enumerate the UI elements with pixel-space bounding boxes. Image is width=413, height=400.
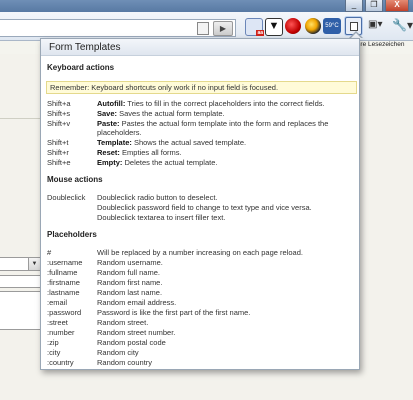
placeholder-key: :password (47, 308, 82, 317)
shortcut-key: Shift+s (47, 109, 71, 118)
shortcut-key: Shift+a (47, 99, 71, 108)
placeholder-row: :country Random country (47, 358, 152, 367)
placeholder-desc: Password is like the first part of the f… (97, 308, 251, 317)
placeholder-desc: Random full name. (97, 268, 160, 277)
keyboard-note: Remember: Keyboard shortcuts only work i… (46, 81, 357, 94)
other-bookmarks[interactable]: tere Lesezeichen (355, 41, 405, 48)
minimize-button[interactable]: _ (345, 0, 363, 12)
placeholder-key: :zip (47, 338, 59, 347)
page-icon (197, 22, 209, 35)
extension-badge: aa (256, 30, 264, 36)
shortcut-row: Shift+r Reset: Empties all forms. (47, 148, 182, 157)
placeholder-row: :fullname Random full name. (47, 268, 160, 277)
placeholder-desc: Random street. (97, 318, 149, 327)
popup-title: Form Templates (41, 39, 359, 56)
title-bar: _ ❐ X (0, 0, 413, 12)
shortcut-row: Shift+s Save: Saves the actual form temp… (47, 109, 225, 118)
placeholder-key: :country (47, 358, 74, 367)
shortcut-row: Shift+a Autofill: Tries to fill in the c… (47, 99, 325, 108)
shortcut-row: Shift+t Template: Shows the actual saved… (47, 138, 246, 147)
placeholder-row: :street Random street. (47, 318, 148, 327)
placeholder-row: :password Password is like the first part… (47, 308, 250, 317)
placeholder-desc: Random email address. (97, 298, 177, 307)
placeholder-row: :username Random username. (47, 258, 163, 267)
window-controls: _ ❐ X (345, 0, 409, 12)
shortcut-row: Shift+e Empty: Deletes the actual templa… (47, 158, 217, 167)
placeholder-row: :zip Random postal code (47, 338, 166, 347)
placeholder-desc: Will be replaced by a number increasing … (97, 248, 303, 257)
shortcut-desc: Save: Saves the actual form template. (97, 109, 225, 118)
mouse-key: Doubleclick (47, 193, 86, 202)
close-button[interactable]: X (385, 0, 409, 12)
placeholder-desc: Random postal code (97, 338, 166, 347)
chevron-down-icon: ▼ (28, 258, 40, 270)
placeholder-key: :fullname (47, 268, 78, 277)
shortcut-key: Shift+v (47, 119, 71, 128)
placeholder-key: :number (47, 328, 75, 337)
extension-icon-red-ball[interactable] (285, 18, 301, 34)
placeholder-key: :street (47, 318, 68, 327)
wrench-menu-icon[interactable]: 🔧▾ (392, 18, 413, 32)
extension-icon-v[interactable]: ▼ (265, 18, 283, 36)
mouse-desc: Doubleclick textarea to insert filler te… (97, 213, 226, 222)
placeholder-key: :lastname (47, 288, 80, 297)
shortcut-desc: Empty: Deletes the actual template. (97, 158, 218, 167)
placeholder-desc: Random first name. (97, 278, 163, 287)
placeholder-key: # (47, 248, 52, 257)
placeholder-desc: Random last name. (97, 288, 163, 297)
shortcut-desc: Autofill: Tries to fill in the correct p… (97, 99, 325, 108)
extension-icon-mail[interactable]: aa (245, 18, 264, 36)
extension-icon-orb[interactable] (305, 18, 321, 34)
placeholder-row: # Will be replaced by a number increasing… (47, 248, 303, 257)
address-bar[interactable]: ▶ (0, 19, 236, 37)
placeholder-row: :firstname Random first name. (47, 278, 162, 287)
mouse-row: Doubleclick Doubleclick radio button to … (47, 193, 218, 202)
shortcut-desc: Reset: Empties all forms. (97, 148, 182, 157)
placeholder-desc: Random country (97, 358, 153, 367)
placeholders-heading: Placeholders (47, 230, 97, 239)
mouse-actions-heading: Mouse actions (47, 175, 103, 184)
placeholder-key: :firstname (47, 278, 80, 287)
placeholder-key: :city (47, 348, 61, 357)
placeholder-desc: Random city (97, 348, 139, 357)
placeholder-desc: Random username. (97, 258, 163, 267)
play-icon[interactable]: ▶ (213, 21, 233, 36)
shortcut-key: Shift+e (47, 158, 71, 167)
shortcut-desc: Paste: Pastes the actual form template i… (97, 119, 329, 137)
form-templates-popup: Form Templates Keyboard actions Remember… (40, 38, 360, 370)
placeholder-desc: Random street number. (97, 328, 176, 337)
placeholder-key: :email (47, 298, 68, 307)
select-field[interactable]: ▼ (0, 257, 41, 271)
shortcut-desc: Template: Shows the actual saved templat… (97, 138, 247, 147)
placeholder-row: :city Random city (47, 348, 139, 357)
restore-button[interactable]: ❐ (365, 0, 383, 12)
mouse-desc: Doubleclick radio button to deselect. (97, 193, 218, 202)
placeholder-row: :email Random email address. (47, 298, 176, 307)
placeholder-row: :lastname Random last name. (47, 288, 162, 297)
textarea-field[interactable] (0, 291, 41, 330)
keyboard-actions-heading: Keyboard actions (47, 63, 115, 72)
placeholder-key: :username (47, 258, 83, 267)
shortcut-row: Shift+v Paste: Pastes the actual form te… (47, 119, 328, 137)
divider (0, 118, 40, 119)
extension-icon-weather[interactable]: 59°C (323, 18, 341, 34)
shortcut-key: Shift+t (47, 138, 69, 147)
text-input[interactable] (0, 275, 41, 288)
page-menu-icon[interactable]: ▣▾ (368, 19, 382, 30)
shortcut-key: Shift+r (47, 148, 69, 157)
mouse-desc: Doubleclick password field to change to … (97, 203, 312, 212)
placeholder-row: :number Random street number. (47, 328, 175, 337)
